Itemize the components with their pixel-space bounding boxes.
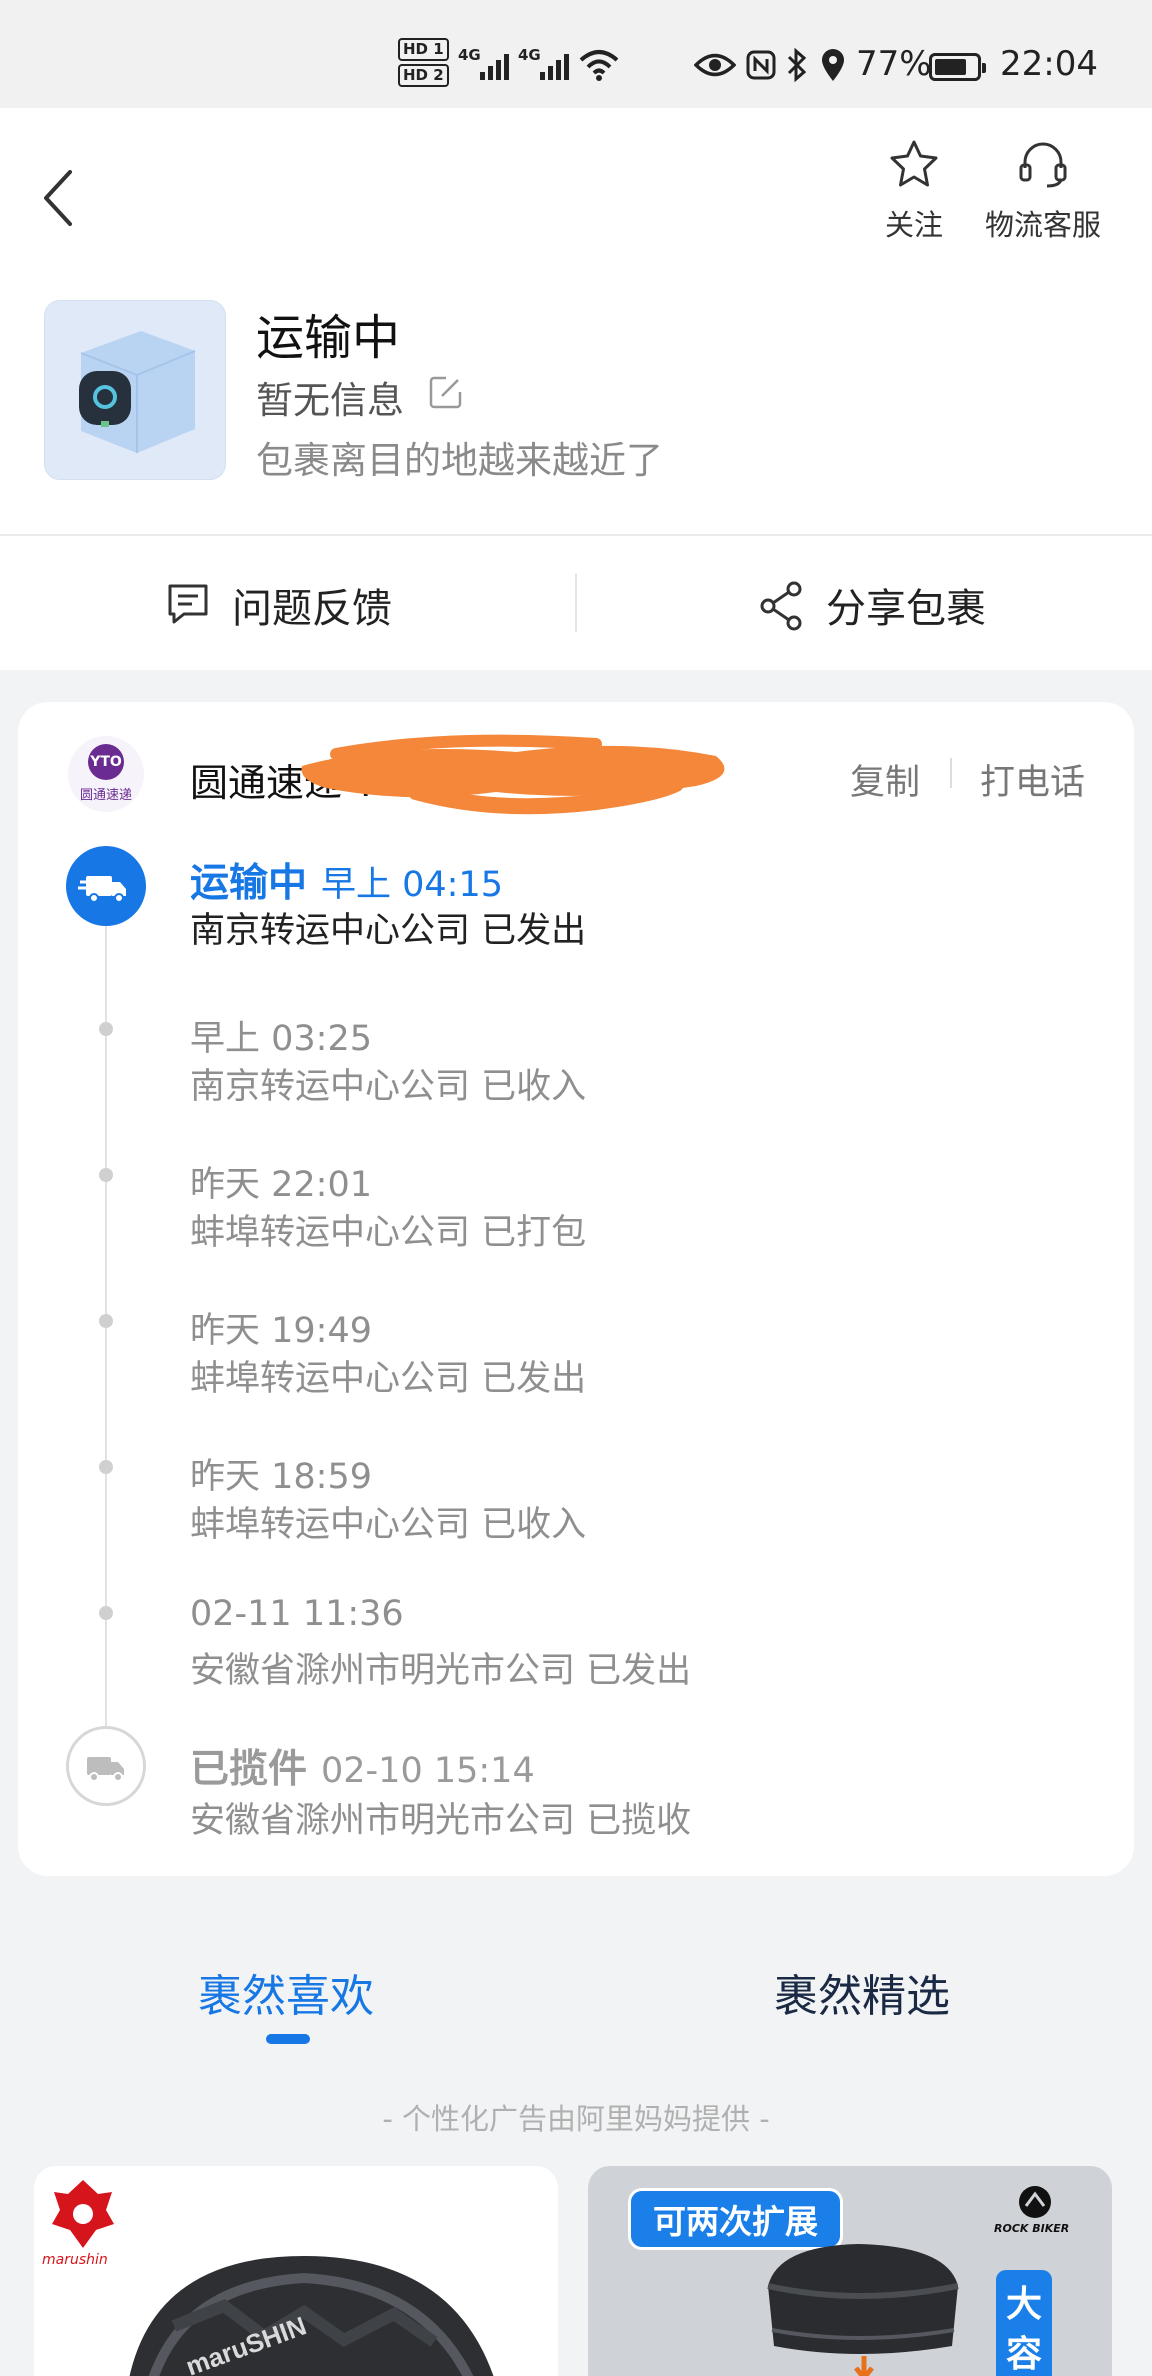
feedback-button[interactable]: 问题反馈 bbox=[164, 576, 404, 632]
call-button[interactable]: 打电话 bbox=[980, 754, 1085, 805]
event-description: 安徽省滁州市明光市公司 已发出 bbox=[190, 1651, 692, 1691]
share-label: 分享包裹 bbox=[826, 586, 986, 632]
event-description: 蚌埠转运中心公司 已打包 bbox=[190, 1213, 587, 1253]
headset-icon bbox=[1019, 142, 1067, 188]
event-time: 昨天 19:49 bbox=[190, 1311, 372, 1351]
battery-icon bbox=[929, 53, 986, 81]
action-bar: 问题反馈 分享包裹 bbox=[0, 536, 1152, 670]
event-time-row: 已揽件 02-10 15:14 bbox=[190, 1738, 535, 1794]
timeline-dot bbox=[99, 1168, 113, 1182]
helmet-image: maruSHIN bbox=[129, 2256, 494, 2376]
copy-button[interactable]: 复制 bbox=[850, 754, 920, 805]
event-time: 早上 04:15 bbox=[321, 865, 504, 905]
follow-label: 关注 bbox=[884, 208, 943, 242]
event-description: 蚌埠转运中心公司 已收入 bbox=[190, 1505, 587, 1545]
location-icon bbox=[822, 49, 844, 81]
product-card-helmet[interactable]: marushin maruSHIN bbox=[34, 2166, 558, 2376]
customer-service-button[interactable]: 物流客服 bbox=[980, 138, 1106, 244]
timeline-dot bbox=[99, 1460, 113, 1474]
delivery-hint: 包裹离目的地越来越近了 bbox=[256, 439, 663, 482]
package-header: 关注 物流客服 运输中 暂无信息 包裹离目的地越来越近了 bbox=[0, 108, 1152, 536]
event-description: 南京转运中心公司 已发出 bbox=[190, 911, 587, 951]
capacity-tag: 大容 bbox=[996, 2270, 1052, 2376]
active-tab-indicator bbox=[266, 2034, 310, 2044]
event-time: 昨天 22:01 bbox=[190, 1165, 372, 1205]
tracking-card: YTO 圆通速递 圆通速递 YT 复制 打电话 运输中 早上 04:15 南京转运… bbox=[18, 702, 1134, 1876]
event-description: 蚌埠转运中心公司 已发出 bbox=[190, 1359, 587, 1399]
hd-indicator: HD 1 HD 2 bbox=[398, 38, 449, 90]
package-note: 暂无信息 bbox=[256, 379, 404, 422]
feedback-label: 问题反馈 bbox=[232, 586, 392, 632]
bluetooth-icon bbox=[787, 48, 807, 82]
courier-logo-mark: YTO bbox=[88, 744, 124, 780]
event-status: 已揽件 bbox=[190, 1747, 308, 1792]
wifi-icon bbox=[579, 50, 619, 81]
tab-guoran-selected[interactable]: 裹然精选 bbox=[774, 1960, 950, 2024]
truck-icon bbox=[66, 846, 146, 926]
status-bar: HD 1 HD 2 4G 4G 77% 22:04 bbox=[0, 0, 1152, 108]
timeline-dot bbox=[99, 1606, 113, 1620]
event-status: 运输中 bbox=[190, 861, 308, 906]
timeline-dot bbox=[99, 1314, 113, 1328]
edit-icon[interactable] bbox=[428, 374, 464, 410]
rockbiker-logo-icon bbox=[1019, 2186, 1051, 2218]
timeline-dot bbox=[99, 1022, 113, 1036]
pickup-truck-icon bbox=[66, 1726, 146, 1806]
product-card-tailbag[interactable]: 可两次扩展 ROCK BIKER 大容 bbox=[588, 2166, 1112, 2376]
chat-icon bbox=[168, 584, 208, 624]
back-arrow-icon[interactable] bbox=[36, 158, 86, 238]
event-time: 02-10 15:14 bbox=[321, 1751, 535, 1791]
action-divider bbox=[575, 574, 577, 632]
brand-label: ROCK BIKER bbox=[994, 2222, 1070, 2235]
eye-icon bbox=[694, 53, 736, 77]
link-separator bbox=[950, 758, 952, 788]
clock: 22:04 bbox=[1000, 44, 1098, 84]
ad-disclaimer: - 个性化广告由阿里妈妈提供 - bbox=[382, 2102, 770, 2136]
signal-2-type: 4G bbox=[518, 46, 541, 64]
share-icon bbox=[760, 581, 802, 631]
status-title: 运输中 bbox=[256, 310, 401, 366]
event-description: 南京转运中心公司 已收入 bbox=[190, 1067, 587, 1107]
event-time: 早上 03:25 bbox=[190, 1019, 372, 1059]
follow-button[interactable]: 关注 bbox=[874, 138, 954, 244]
event-time-row: 运输中 早上 04:15 bbox=[190, 852, 503, 908]
signal-1-type: 4G bbox=[458, 46, 481, 64]
tab-guoran-like[interactable]: 裹然喜欢 bbox=[198, 1960, 374, 2024]
service-label: 物流客服 bbox=[984, 208, 1101, 242]
brand-label: marushin bbox=[42, 2252, 108, 2268]
tailbag-image bbox=[767, 2244, 959, 2376]
package-thumbnail bbox=[44, 300, 226, 480]
hd1-label: HD 1 bbox=[398, 38, 449, 61]
package-box-icon bbox=[79, 331, 196, 453]
star-icon bbox=[890, 140, 938, 187]
hd2-label: HD 2 bbox=[398, 64, 449, 87]
event-description: 安徽省滁州市明光市公司 已揽收 bbox=[190, 1801, 692, 1841]
redaction-scribble bbox=[301, 734, 725, 815]
courier-logo: YTO 圆通速递 bbox=[68, 736, 144, 812]
event-time: 02-11 11:36 bbox=[190, 1594, 404, 1634]
courier-logo-text: 圆通速递 bbox=[79, 788, 132, 803]
nfc-icon bbox=[746, 50, 776, 80]
event-time: 昨天 18:59 bbox=[190, 1457, 372, 1497]
share-button[interactable]: 分享包裹 bbox=[758, 576, 998, 632]
battery-percent: 77% bbox=[856, 44, 932, 84]
